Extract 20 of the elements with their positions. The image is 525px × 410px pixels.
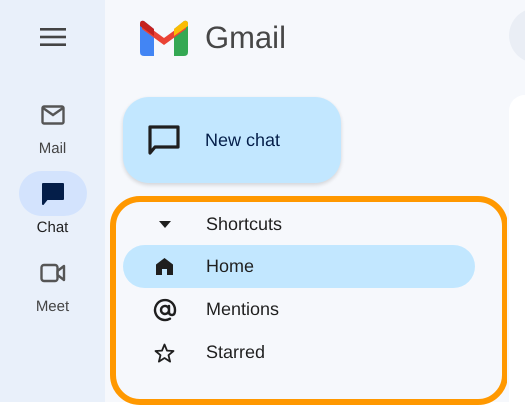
shortcut-item[interactable]: Mentions: [123, 288, 475, 331]
chat-nav-button[interactable]: [18, 171, 86, 216]
shortcuts-header[interactable]: Shortcuts: [123, 203, 475, 245]
star-icon: [154, 342, 175, 362]
envelope-icon: [40, 104, 64, 124]
shortcut-item[interactable]: Starred: [123, 331, 475, 374]
home-icon: [156, 258, 173, 275]
meet-nav-label: Meet: [36, 298, 70, 315]
app-name: Gmail: [205, 20, 286, 56]
video-camera-icon: [40, 262, 66, 282]
chat-bubble-icon: [40, 182, 64, 205]
mail-nav-label: Mail: [38, 140, 66, 157]
new-chat-button[interactable]: New chat: [123, 97, 341, 183]
at-sign-icon: [152, 298, 176, 322]
caret-icon: [158, 220, 170, 228]
chat-nav-label: Chat: [36, 219, 68, 236]
chat-bubble-icon: [148, 125, 180, 155]
logo-icon: [140, 20, 188, 56]
shortcut-item[interactable]: Home: [123, 245, 475, 288]
menu-icon[interactable]: [40, 28, 66, 46]
